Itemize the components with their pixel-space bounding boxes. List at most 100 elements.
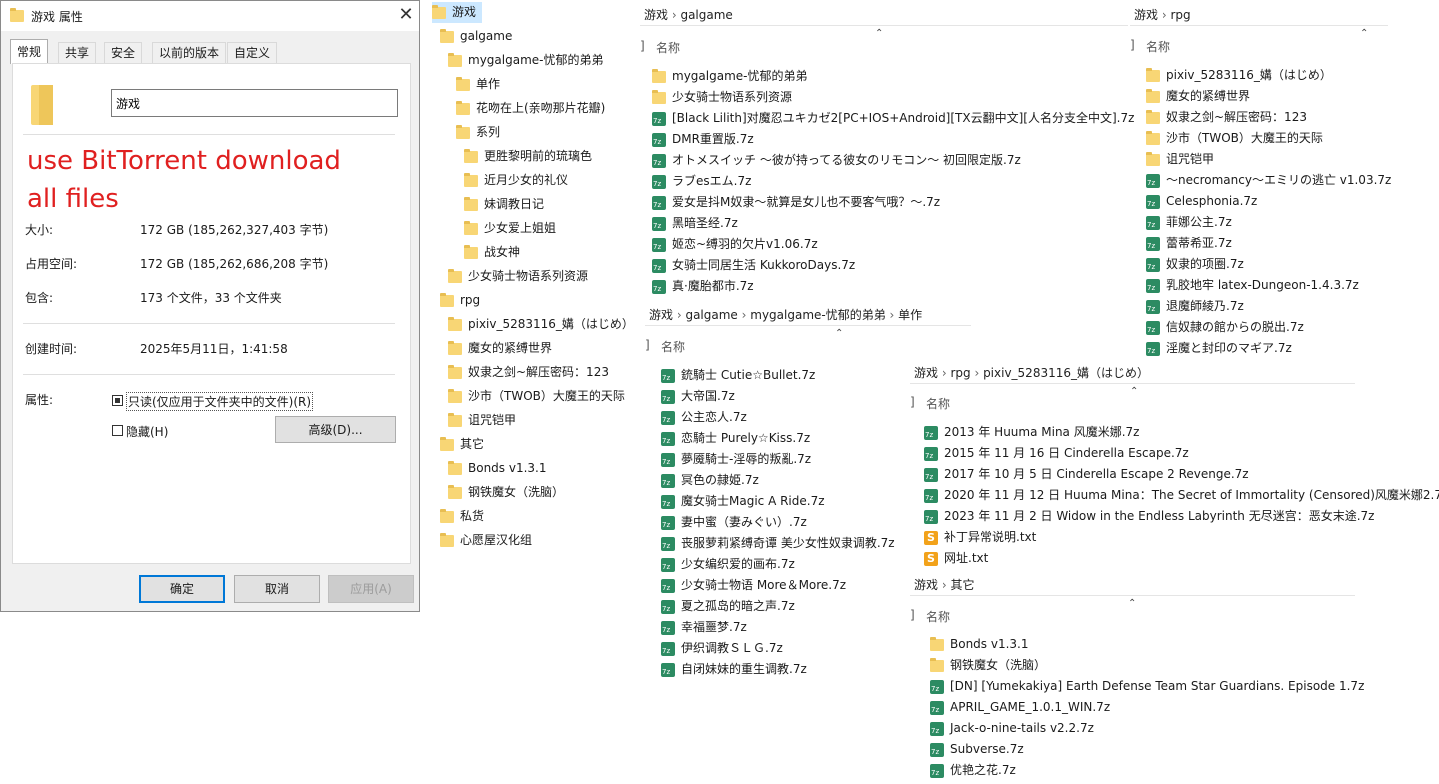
list-item[interactable]: 伊织调教ＳＬＧ.7z — [661, 638, 783, 659]
list-item[interactable]: 淫魔と封印のマギア.7z — [1146, 338, 1292, 359]
list-item[interactable]: [DN] [Yumekakiya] Earth Defense Team Sta… — [930, 676, 1364, 697]
tree-item[interactable]: 妹调教日记 — [464, 194, 544, 215]
list-item[interactable]: 信奴隷の館からの脱出.7z — [1146, 317, 1304, 338]
list-item[interactable]: Bonds v1.3.1 — [930, 634, 1029, 655]
list-item[interactable]: mygalgame-忧郁的弟弟 — [652, 66, 807, 87]
list-item[interactable]: 冥色の隷姫.7z — [661, 470, 759, 491]
tab-previous-versions[interactable]: 以前的版本 — [152, 42, 227, 63]
tab-customize[interactable]: 自定义 — [227, 42, 278, 63]
list-item[interactable]: 夢魇騎士-淫辱的叛亂.7z — [661, 449, 811, 470]
list-item[interactable]: 2020 年 11 月 12 日 Huuma Mina：The Secret o… — [924, 485, 1439, 506]
list-item[interactable]: APRIL_GAME_1.0.1_WIN.7z — [930, 697, 1110, 718]
sort-up-icon[interactable]: ⌃ — [1128, 598, 1136, 609]
breadcrumb-item[interactable]: galgame — [680, 8, 732, 22]
tree-item[interactable]: 战女神 — [464, 242, 520, 263]
hidden-label[interactable]: 隐藏(H) — [126, 423, 168, 440]
list-item[interactable]: 乳胶地牢 latex-Dungeon-1.4.3.7z — [1146, 275, 1359, 296]
list-item[interactable]: ～necromancy～エミリの逃亡 v1.03.7z — [1146, 170, 1391, 191]
tree-item[interactable]: 单作 — [456, 74, 500, 95]
column-header-name[interactable]: 名称 — [661, 338, 685, 355]
column-header-name[interactable]: 名称 — [926, 608, 950, 625]
list-item[interactable]: 妻中蜜（妻みぐい）.7z — [661, 512, 807, 533]
list-item[interactable]: 奴隶之剑~解压密码：123 — [1146, 107, 1307, 128]
hidden-checkbox[interactable] — [112, 425, 123, 436]
breadcrumb-item[interactable]: 单作 — [898, 308, 922, 322]
list-item[interactable]: 2017 年 10 月 5 日 Cinderella Escape 2 Reve… — [924, 464, 1249, 485]
list-item[interactable]: 真·魔胎都市.7z — [652, 276, 754, 297]
list-item[interactable]: 2023 年 11 月 2 日 Widow in the Endless Lab… — [924, 506, 1374, 527]
list-item[interactable]: 优艳之花.7z — [930, 760, 1016, 781]
breadcrumb-item[interactable]: 游戏 — [644, 8, 668, 22]
apply-button[interactable]: 应用(A) — [328, 575, 414, 603]
sort-up-icon[interactable]: ⌃ — [835, 328, 843, 339]
tab-sharing[interactable]: 共享 — [58, 42, 97, 63]
tree-item[interactable]: 沙市（TWOB）大魔王的天际 — [448, 386, 625, 407]
readonly-label[interactable]: 只读(仅应用于文件夹中的文件)(R) — [126, 392, 314, 411]
sort-up-icon[interactable]: ⌃ — [1130, 386, 1138, 397]
tree-item[interactable]: galgame — [440, 26, 512, 47]
close-icon[interactable]: ✕ — [393, 3, 419, 27]
list-item[interactable]: 2013 年 Huuma Mina 风魔米娜.7z — [924, 422, 1139, 443]
list-item[interactable]: ラブesエム.7z — [652, 171, 751, 192]
list-item[interactable]: 2015 年 11 月 16 日 Cinderella Escape.7z — [924, 443, 1189, 464]
list-item[interactable]: 网址.txt — [924, 548, 988, 569]
tree-item[interactable]: 花吻在上(亲吻那片花瓣) — [456, 98, 605, 119]
list-item[interactable]: オトメスイッチ ～彼が持ってる彼女のリモコン～ 初回限定版.7z — [652, 150, 1021, 171]
list-item[interactable]: 奴隶的项圈.7z — [1146, 254, 1244, 275]
tree-item[interactable]: 钢铁魔女（洗脑） — [448, 482, 564, 503]
breadcrumb-item[interactable]: galgame — [685, 308, 737, 322]
list-item[interactable]: 銃騎士 Cutie☆Bullet.7z — [661, 365, 815, 386]
breadcrumb-item[interactable]: mygalgame-忧郁的弟弟 — [750, 308, 885, 322]
list-item[interactable]: 丧服萝莉紧缚奇谭 美少女性奴隶调教.7z — [661, 533, 895, 554]
tree-item[interactable]: 系列 — [456, 122, 500, 143]
advanced-button[interactable]: 高级(D)... — [275, 416, 396, 443]
tree-item[interactable]: rpg — [440, 290, 480, 311]
breadcrumb-item[interactable]: 其它 — [950, 578, 974, 592]
column-header-name[interactable]: 名称 — [926, 395, 950, 412]
list-item[interactable]: 补丁异常说明.txt — [924, 527, 1036, 548]
sort-up-icon[interactable]: ⌃ — [875, 28, 883, 39]
list-item[interactable]: 蕾蒂希亚.7z — [1146, 233, 1232, 254]
tree-item[interactable]: 游戏 — [432, 2, 483, 23]
list-item[interactable]: 幸福噩梦.7z — [661, 617, 747, 638]
tree-item[interactable]: 诅咒铠甲 — [448, 410, 516, 431]
list-item[interactable]: 公主恋人.7z — [661, 407, 747, 428]
tree-item[interactable]: 魔女的紧缚世界 — [448, 338, 552, 359]
cancel-button[interactable]: 取消 — [234, 575, 320, 603]
tree-item[interactable]: 奴隶之剑~解压密码：123 — [448, 362, 609, 383]
list-item[interactable]: pixiv_5283116_媾（はじめ） — [1146, 65, 1332, 86]
breadcrumb-item[interactable]: 游戏 — [914, 366, 938, 380]
tree-item[interactable]: Bonds v1.3.1 — [448, 458, 547, 479]
tree-item[interactable]: 心愿屋汉化组 — [440, 530, 532, 551]
list-item[interactable]: 自闭妹妹的重生调教.7z — [661, 659, 807, 680]
list-item[interactable]: Jack-o-nine-tails v2.2.7z — [930, 718, 1094, 739]
readonly-checkbox[interactable] — [112, 395, 123, 406]
ok-button[interactable]: 确定 — [139, 575, 225, 603]
tab-security[interactable]: 安全 — [104, 42, 143, 63]
tree-item[interactable]: pixiv_5283116_媾（はじめ） — [448, 314, 634, 335]
breadcrumb-item[interactable]: 游戏 — [649, 308, 673, 322]
tree-item[interactable]: 其它 — [440, 434, 484, 455]
breadcrumb-item[interactable]: rpg — [950, 366, 970, 380]
list-item[interactable]: 沙市（TWOB）大魔王的天际 — [1146, 128, 1323, 149]
list-item[interactable]: 夏之孤岛的暗之声.7z — [661, 596, 795, 617]
tree-item[interactable]: mygalgame-忧郁的弟弟 — [448, 50, 603, 71]
tree-item[interactable]: 更胜黎明前的琉璃色 — [464, 146, 592, 167]
breadcrumb-item[interactable]: pixiv_5283116_媾（はじめ） — [983, 366, 1149, 380]
breadcrumb-item[interactable]: 游戏 — [914, 578, 938, 592]
list-item[interactable]: 黑暗圣经.7z — [652, 213, 738, 234]
list-item[interactable]: 少女骑士物语系列资源 — [652, 87, 792, 108]
list-item[interactable]: 魔女骑士Magic A Ride.7z — [661, 491, 825, 512]
list-item[interactable]: 魔女的紧缚世界 — [1146, 86, 1250, 107]
list-item[interactable]: 少女骑士物语 More＆More.7z — [661, 575, 846, 596]
list-item[interactable]: 大帝国.7z — [661, 386, 735, 407]
column-header-name[interactable]: 名称 — [656, 39, 680, 56]
list-item[interactable]: 爱女是抖M奴隶～就算是女儿也不要客气哦？～.7z — [652, 192, 940, 213]
list-item[interactable]: [Black Lilith]对魔忍ユキカゼ2[PC+IOS+Android][T… — [652, 108, 1134, 129]
tab-general[interactable]: 常规 — [10, 39, 49, 64]
sort-up-icon[interactable]: ⌃ — [1360, 28, 1368, 39]
column-header-name[interactable]: 名称 — [1146, 38, 1170, 55]
breadcrumb-item[interactable]: 游戏 — [1134, 8, 1158, 22]
list-item[interactable]: DMR重置版.7z — [652, 129, 754, 150]
list-item[interactable]: 钢铁魔女（洗脑） — [930, 655, 1046, 676]
